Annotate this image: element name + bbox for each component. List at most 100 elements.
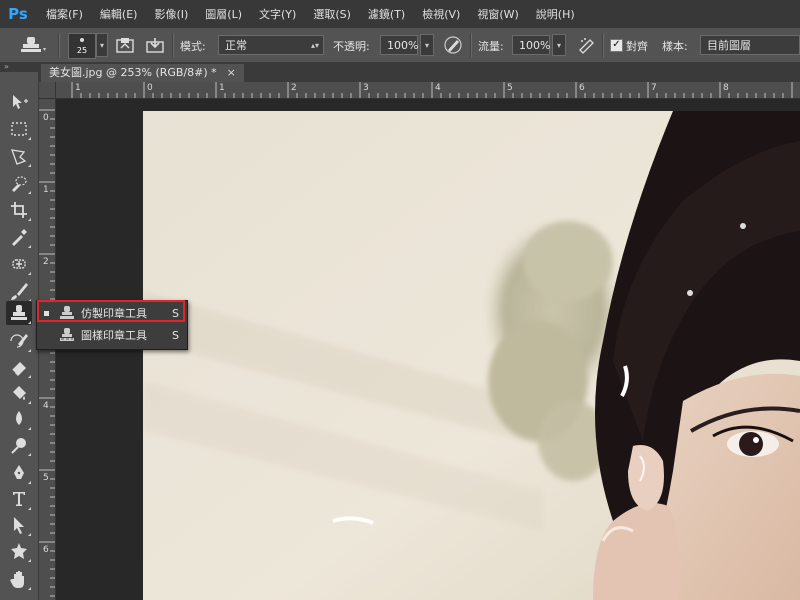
flyout-item-shortcut: S [172,328,179,342]
chevron-updown-icon: ▴▾ [310,41,319,50]
hand-tool[interactable] [6,567,32,591]
ruler-label: 2 [291,83,297,93]
brush-dropdown-button[interactable]: ▾ [96,33,108,57]
document-tab[interactable]: 美女圖.jpg @ 253% (RGB/8#) * × [41,64,244,82]
menu-type[interactable]: 文字(Y) [259,6,296,22]
brush-tip-icon [80,38,84,42]
flyout-item-pattern-stamp[interactable]: 圖樣印章工具 S [37,324,187,346]
close-tab-icon[interactable]: × [227,66,236,79]
clone-stamp-icon [60,306,74,319]
ruler-label: 6 [579,83,585,93]
mode-label: 模式: [180,40,206,53]
pen-icon [14,465,24,479]
flow-input[interactable]: 100% [512,35,550,55]
opacity-label: 不透明: [333,40,370,53]
menu-window[interactable]: 視窗(W) [477,6,518,22]
path-selection-tool[interactable] [6,513,32,537]
canvas-image[interactable] [143,111,800,600]
crop-icon [11,202,27,218]
flow-value: 100% [519,39,551,52]
airbrush-button[interactable] [576,34,598,56]
mode-select[interactable]: 正常 ▴▾ [218,35,324,55]
clone-stamp-flyout-menu: 仿製印章工具 S 圖樣印章工具 S [36,300,188,350]
crop-tool[interactable] [6,198,32,222]
dodge-tool[interactable] [6,433,32,457]
menu-select[interactable]: 選取(S) [313,6,351,22]
flyout-item-clone-stamp[interactable]: 仿製印章工具 S [37,302,187,324]
ruler-origin[interactable] [39,82,56,99]
path-selection-icon [14,517,24,534]
clone-stamp-icon [21,37,46,52]
lasso-tool[interactable] [6,144,32,168]
portrait-photo [143,111,800,600]
separator [172,33,174,57]
sample-select[interactable]: 目前圖層 [700,35,800,55]
brush-tool[interactable] [6,279,32,303]
menu-view[interactable]: 檢視(V) [422,6,460,22]
flow-label: 流量: [478,40,504,53]
options-bar: 25 ▾ 模式: 正常 ▴▾ 不透明: 100% ▾ 流量: 100% ▾ ✓ … [0,28,800,63]
selected-bullet-icon [44,310,49,316]
rectangular-marquee-icon [11,122,27,136]
menu-edit[interactable]: 編輯(E) [100,6,138,22]
healing-brush-tool[interactable] [6,252,32,276]
ruler-label: 8 [723,83,729,93]
quick-selection-icon [12,176,27,192]
aligned-checkbox[interactable]: ✓ [610,39,623,52]
paint-bucket-tool[interactable] [6,381,32,405]
ruler-label: 5 [43,473,49,483]
brush-size-value: 25 [76,46,88,55]
brush-panel-icon [116,38,134,53]
menu-help[interactable]: 說明(H) [536,6,575,22]
mode-value: 正常 [225,39,247,52]
eyedropper-icon [12,229,27,246]
separator [602,33,604,57]
ruler-label: 3 [363,83,369,93]
pen-tool[interactable] [6,461,32,485]
history-brush-tool[interactable] [6,329,32,353]
horizontal-ruler[interactable]: 1 0 1 2 3 4 5 6 7 8 [39,82,800,99]
toggle-brush-panel-button[interactable] [114,34,136,56]
blur-tool[interactable] [6,407,32,431]
type-tool[interactable] [6,487,32,511]
menu-layer[interactable]: 圖層(L) [205,6,242,22]
hand-icon [10,571,24,588]
menu-bar: Ps 檔案(F) 編輯(E) 影像(I) 圖層(L) 文字(Y) 選取(S) 濾… [0,0,800,28]
menu-file[interactable]: 檔案(F) [46,6,83,22]
dodge-icon [11,438,26,454]
quick-selection-tool[interactable] [6,171,32,195]
move-tool[interactable] [6,90,32,114]
flow-dropdown-button[interactable]: ▾ [552,34,566,56]
marquee-tool[interactable] [6,117,32,141]
document-title: 美女圖.jpg @ 253% (RGB/8#) * [49,66,217,79]
custom-shape-icon [11,543,27,559]
custom-shape-tool[interactable] [6,539,32,563]
clone-stamp-tool[interactable] [6,301,32,325]
opacity-value: 100% [387,39,419,52]
sample-label: 樣本: [662,40,688,53]
menu-image[interactable]: 影像(I) [154,6,188,22]
panel-collapse-strip[interactable]: » [0,62,38,72]
ruler-label: 4 [43,401,49,411]
clone-source-icon [146,38,164,53]
paint-bucket-icon [13,386,26,400]
eyedropper-tool[interactable] [6,225,32,249]
menu-filter[interactable]: 濾鏡(T) [368,6,405,22]
separator [470,33,472,57]
opacity-dropdown-button[interactable]: ▾ [420,34,434,56]
eraser-icon [11,362,26,376]
eraser-tool[interactable] [6,355,32,379]
toggle-clone-source-button[interactable] [144,34,166,56]
healing-brush-icon [12,259,26,269]
ruler-label: 1 [43,185,49,195]
tool-preset-picker[interactable] [18,34,48,56]
brush-icon [11,283,28,300]
ruler-label: 0 [147,83,153,93]
brush-preset-picker[interactable]: 25 [68,33,96,59]
separator [58,33,60,57]
type-icon [13,492,25,506]
opacity-input[interactable]: 100% [380,35,418,55]
pressure-opacity-button[interactable] [442,34,464,56]
history-brush-icon [10,334,28,348]
photoshop-logo: Ps [8,5,28,23]
